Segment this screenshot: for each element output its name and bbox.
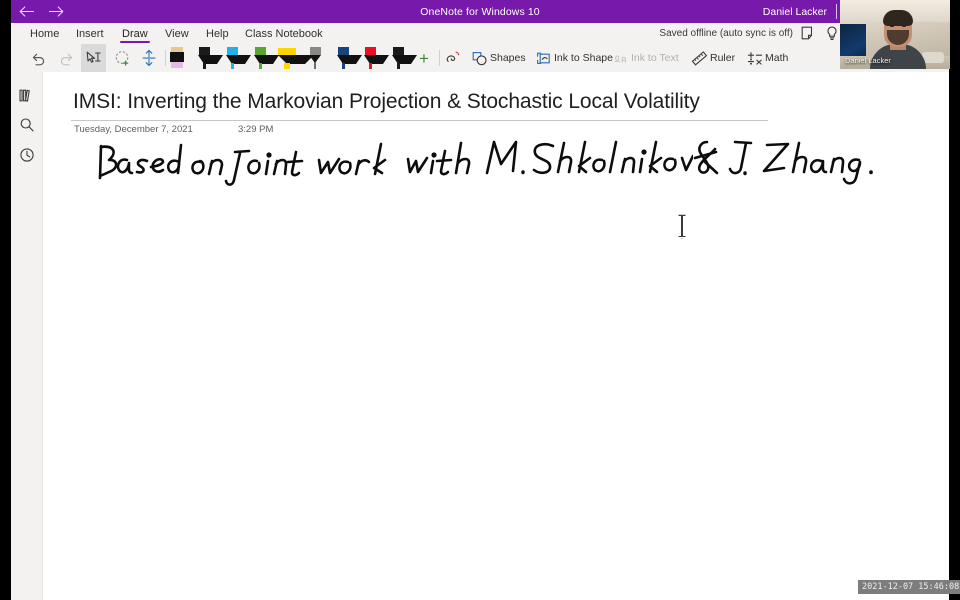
- redo-button[interactable]: [53, 44, 79, 72]
- lightbulb-icon[interactable]: [825, 26, 839, 46]
- webcam-person-eye-right: [902, 25, 906, 27]
- search-icon[interactable]: [11, 110, 42, 140]
- pencil-grey[interactable]: [307, 44, 323, 72]
- sync-status-text: Saved offline (auto sync is off): [659, 28, 793, 39]
- account-name[interactable]: Daniel Lacker: [763, 0, 827, 23]
- webcam-desk-object: [922, 52, 944, 63]
- eraser-icon[interactable]: [443, 44, 463, 72]
- ruler-label[interactable]: Ruler: [710, 44, 735, 72]
- add-pen-label: +: [419, 48, 429, 68]
- note-page[interactable]: IMSI: Inverting the Markovian Projection…: [43, 72, 949, 600]
- page-time[interactable]: 3:29 PM: [238, 124, 273, 135]
- webcam-video-overlay[interactable]: Daniel Lacker: [840, 0, 950, 69]
- pen-blue[interactable]: [335, 44, 362, 72]
- ink-to-text-icon: [612, 44, 629, 72]
- lasso-text-select-icon[interactable]: [81, 44, 106, 72]
- tab-view[interactable]: View: [163, 23, 191, 44]
- pen-green[interactable]: [252, 44, 279, 72]
- tab-home[interactable]: Home: [28, 23, 61, 44]
- page-date[interactable]: Tuesday, December 7, 2021: [74, 124, 193, 135]
- onenote-window: OneNote for Windows 10 Daniel Lacker Hom…: [11, 0, 949, 600]
- active-tab-underline: [120, 41, 150, 43]
- webcam-participant-name: Daniel Lacker: [845, 56, 891, 65]
- webcam-person-hair: [883, 10, 913, 26]
- tab-label: Class Notebook: [245, 27, 323, 40]
- tab-label: Draw: [122, 27, 148, 40]
- back-arrow-icon[interactable]: [11, 0, 41, 23]
- recording-timestamp: 2021-12-07 15:46:08: [858, 580, 960, 594]
- notes-icon[interactable]: [801, 26, 815, 46]
- shapes-icon[interactable]: [471, 44, 488, 72]
- screen: OneNote for Windows 10 Daniel Lacker Hom…: [0, 0, 960, 600]
- ink-to-text-label: Ink to Text: [631, 52, 679, 64]
- lasso-add-icon[interactable]: [110, 44, 136, 72]
- forward-arrow-icon[interactable]: [41, 0, 71, 23]
- toolbar-divider: [165, 50, 166, 66]
- math-icon[interactable]: [746, 44, 763, 72]
- text-i-beam-cursor: [675, 213, 689, 239]
- tab-label: Insert: [76, 27, 104, 40]
- pen-black[interactable]: [390, 44, 417, 72]
- ink-to-shape-label[interactable]: Ink to Shape: [554, 44, 613, 72]
- insert-space-icon[interactable]: [137, 44, 161, 72]
- clock-icon[interactable]: [11, 140, 42, 170]
- pen-red[interactable]: [362, 44, 389, 72]
- add-pen-button[interactable]: +: [414, 44, 434, 72]
- pen-cyan[interactable]: [224, 44, 251, 72]
- pen-black-thin[interactable]: [196, 44, 223, 72]
- ribbon-tabs: Home Insert Draw View Help Class Noteboo…: [11, 23, 949, 44]
- undo-button[interactable]: [25, 44, 51, 72]
- left-rail: [11, 72, 43, 600]
- tab-class-notebook[interactable]: Class Notebook: [243, 23, 325, 44]
- highlighter-yellow[interactable]: [277, 44, 314, 72]
- tab-insert[interactable]: Insert: [74, 23, 106, 44]
- tab-label: Home: [30, 27, 60, 40]
- pen-eraser-tan[interactable]: [169, 44, 185, 72]
- title-divider: [71, 120, 768, 121]
- tab-help[interactable]: Help: [204, 23, 231, 44]
- draw-toolbar: + Shapes Ink to Shape Ink to Text Ruler …: [11, 44, 949, 73]
- notebooks-icon[interactable]: [11, 80, 42, 110]
- webcam-person-eye-left: [890, 25, 894, 27]
- ruler-icon[interactable]: [691, 44, 708, 72]
- toolbar-divider-2: [439, 50, 440, 66]
- ink-to-shape-icon[interactable]: [535, 44, 552, 72]
- title-divider: [836, 4, 837, 19]
- shapes-label[interactable]: Shapes: [490, 44, 526, 72]
- page-title[interactable]: IMSI: Inverting the Markovian Projection…: [73, 90, 773, 114]
- title-bar: OneNote for Windows 10 Daniel Lacker: [11, 0, 949, 23]
- math-label[interactable]: Math: [765, 44, 788, 72]
- tab-label: Help: [206, 27, 229, 40]
- tab-draw[interactable]: Draw: [120, 23, 150, 44]
- tab-label: View: [165, 27, 189, 40]
